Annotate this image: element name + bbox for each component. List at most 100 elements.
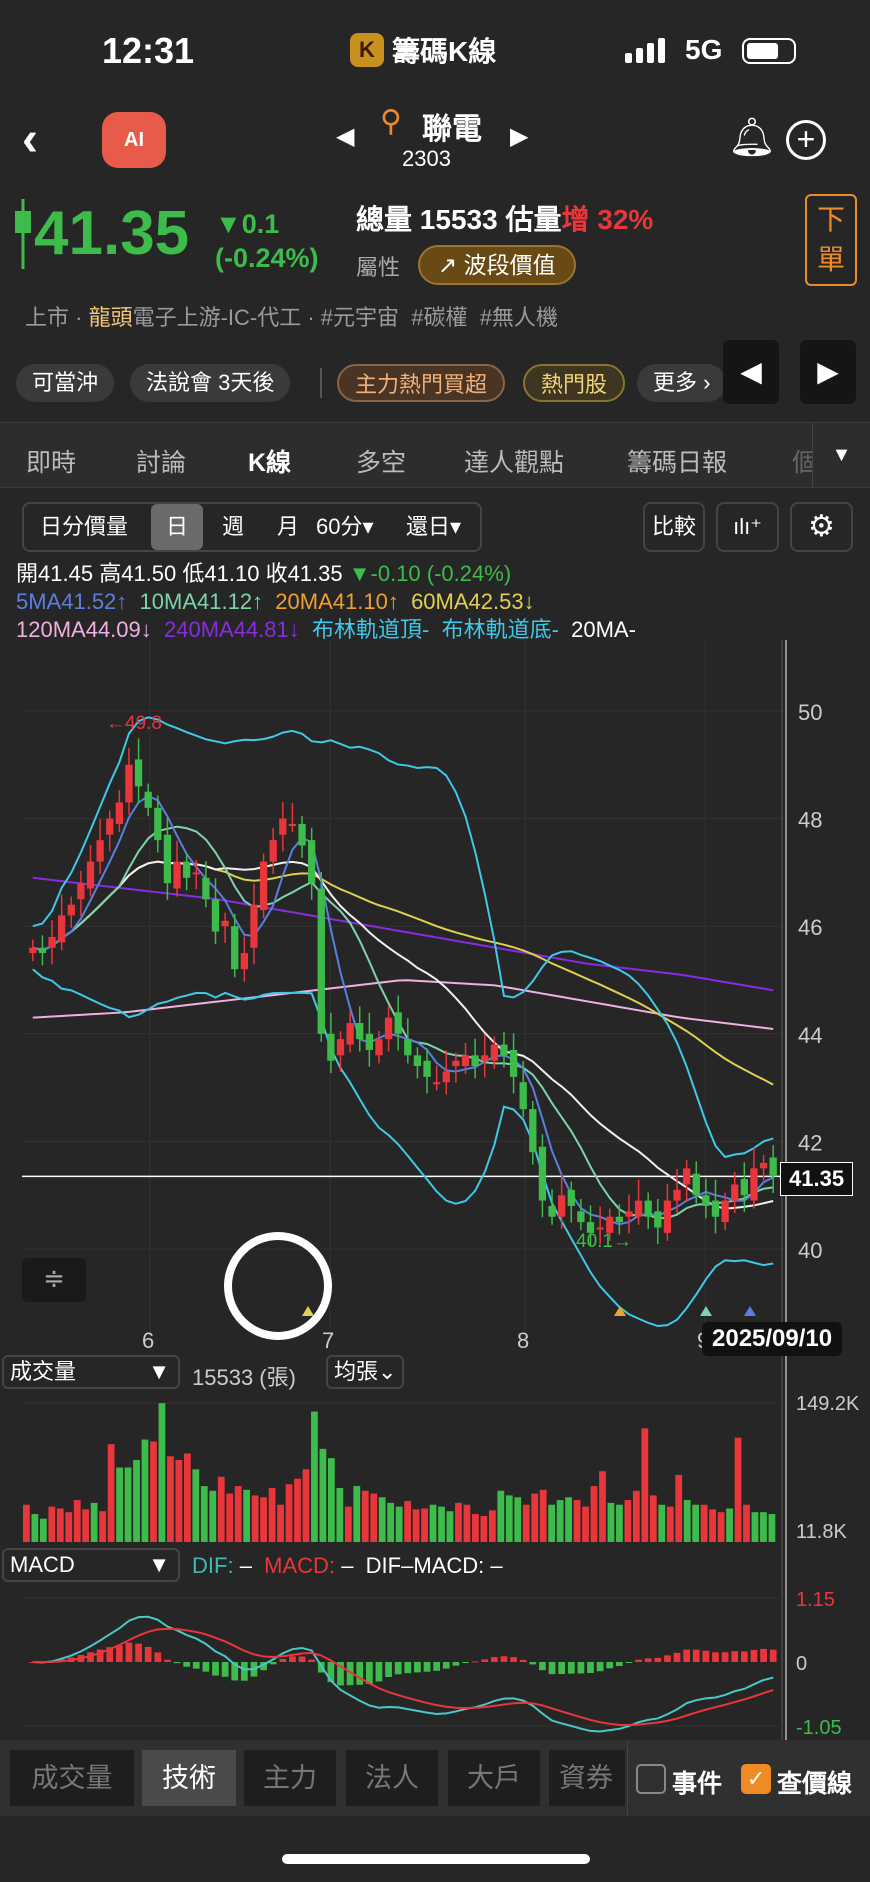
home-indicator[interactable] bbox=[282, 1854, 590, 1864]
signal-icon bbox=[625, 38, 665, 63]
back-button[interactable]: ‹ bbox=[22, 112, 38, 167]
osc-bar bbox=[769, 1649, 777, 1662]
period-week[interactable]: 週 bbox=[214, 504, 252, 550]
volume-bar bbox=[734, 1437, 742, 1542]
volume-bar bbox=[675, 1474, 683, 1542]
tab-dropdown-icon[interactable]: ▼ bbox=[812, 423, 870, 487]
chip-earnings-call[interactable]: 法說會 3天後 bbox=[130, 364, 291, 402]
tag-market: 上市 · bbox=[25, 305, 89, 330]
btab-main-force[interactable]: 主力 bbox=[244, 1750, 336, 1806]
volume-bar bbox=[531, 1493, 539, 1542]
close: 收41.35 bbox=[265, 561, 343, 586]
period-month[interactable]: 月 bbox=[269, 504, 307, 550]
wave-label: 波段價值 bbox=[463, 252, 556, 278]
macd-indicator-select[interactable]: MACD ▼ bbox=[2, 1548, 180, 1582]
wave-value-button[interactable]: ↗ 波段價值 bbox=[418, 245, 576, 285]
add-icon[interactable]: + bbox=[786, 120, 826, 160]
candle bbox=[298, 823, 306, 846]
chip-more[interactable]: 更多 › bbox=[637, 364, 727, 402]
order-button[interactable]: 下單 bbox=[805, 194, 857, 286]
osc-bar bbox=[308, 1659, 316, 1662]
candle bbox=[769, 1157, 777, 1177]
btab-major-holders[interactable]: 大戶 bbox=[448, 1750, 540, 1806]
volume-bar bbox=[539, 1489, 547, 1542]
btab-volume[interactable]: 成交量 bbox=[10, 1750, 134, 1806]
candle bbox=[86, 861, 95, 889]
candle bbox=[327, 1033, 335, 1061]
next-stock-button[interactable]: ▶ bbox=[510, 122, 528, 151]
candle bbox=[106, 818, 114, 835]
osc-bar bbox=[558, 1662, 566, 1675]
compare-button[interactable]: 比較 bbox=[643, 502, 705, 552]
tab-expert[interactable]: 達人觀點 bbox=[464, 443, 564, 479]
btab-margin[interactable]: 資券 bbox=[549, 1750, 625, 1806]
tab-bar: 即時 討論 K線 多空 達人觀點 籌碼日報 個 ▼ bbox=[0, 422, 870, 488]
volume-bar bbox=[175, 1460, 183, 1542]
volume-indicator-select[interactable]: 成交量 ▼ bbox=[2, 1355, 180, 1389]
volume-bar bbox=[488, 1510, 496, 1542]
settings-gear-icon[interactable]: ⚙ bbox=[790, 502, 853, 552]
osc-bar bbox=[731, 1651, 739, 1662]
osc-bar bbox=[587, 1662, 594, 1674]
stock-name[interactable]: 聯電 bbox=[422, 104, 482, 148]
osc-bar bbox=[394, 1662, 402, 1675]
scroll-right-button[interactable]: ▶ bbox=[800, 340, 856, 404]
candle bbox=[461, 1055, 470, 1067]
volume-bar bbox=[183, 1453, 191, 1542]
ma240-label: 240MA44.81↓ bbox=[164, 617, 300, 642]
stock-tags[interactable]: 上市 · 龍頭電子上游-IC-代工 · #元宇宙 #碳權 #無人機 bbox=[25, 300, 558, 332]
price-line-checkbox[interactable]: ✓ bbox=[741, 1764, 771, 1794]
clock: 12:31 bbox=[102, 30, 195, 71]
tab-kline[interactable]: K線 bbox=[248, 443, 291, 479]
search-icon[interactable]: ⚲ bbox=[380, 104, 402, 139]
volume-bar bbox=[641, 1428, 649, 1542]
indicator-add-icon[interactable]: ılı⁺ bbox=[716, 502, 779, 552]
tab-bull-bear[interactable]: 多空 bbox=[356, 443, 406, 479]
change-value: ▼0.1 bbox=[215, 209, 280, 239]
chip-main-force[interactable]: 主力熱門買超 bbox=[337, 364, 506, 402]
bell-icon[interactable]: 🔔︎ bbox=[728, 116, 776, 160]
tab-discussion[interactable]: 討論 bbox=[136, 443, 186, 479]
chip-hot-stock[interactable]: 熱門股 bbox=[523, 364, 626, 402]
osc-bar bbox=[471, 1661, 479, 1663]
volume-bar bbox=[590, 1486, 598, 1542]
dropdown-icon: ▼ bbox=[148, 1552, 170, 1577]
status-bar: 12:31 K 籌碼K線 5G bbox=[0, 0, 870, 100]
app-title-text: 籌碼K線 bbox=[392, 36, 497, 67]
candle bbox=[702, 1195, 710, 1206]
candle bbox=[442, 1071, 450, 1083]
chip-day-trade[interactable]: 可當沖 bbox=[16, 364, 115, 402]
volume-bar bbox=[133, 1460, 140, 1542]
tab-daily-report[interactable]: 籌碼日報 bbox=[627, 443, 727, 479]
boll-top-label: 布林軌道頂- bbox=[312, 617, 430, 642]
volume-bar bbox=[658, 1504, 666, 1542]
candle bbox=[134, 759, 143, 787]
ma120-label: 120MA44.09↓ bbox=[16, 617, 152, 642]
candle bbox=[750, 1168, 758, 1201]
period-intraday[interactable]: 日分價量 bbox=[32, 504, 136, 550]
y-tick-label: 42 bbox=[798, 1130, 822, 1155]
ma20-label: 20MA41.10↑ bbox=[275, 589, 399, 614]
period-day[interactable]: 日 bbox=[151, 504, 203, 550]
btab-technical[interactable]: 技術 bbox=[142, 1750, 236, 1806]
period-60min[interactable]: 60分▾ bbox=[308, 504, 382, 550]
ai-robot-button[interactable]: AI bbox=[102, 112, 166, 168]
volume-bar bbox=[599, 1471, 606, 1542]
scroll-left-button[interactable]: ◀ bbox=[723, 340, 779, 404]
volume-bar bbox=[311, 1411, 318, 1542]
candle bbox=[346, 1023, 354, 1045]
candle bbox=[144, 791, 152, 808]
adjust-dropdown[interactable]: 還日▾ bbox=[398, 504, 469, 550]
price-line-label: 查價線 bbox=[777, 1770, 853, 1798]
events-checkbox[interactable] bbox=[636, 1764, 666, 1794]
resize-handle-icon[interactable]: ≑ bbox=[22, 1258, 86, 1302]
volume-value: 15533 bbox=[419, 204, 498, 235]
volume-unit-select[interactable]: 均張⌄ bbox=[326, 1355, 405, 1389]
osc-bar bbox=[635, 1659, 642, 1662]
btab-institutional[interactable]: 法人 bbox=[346, 1750, 438, 1806]
tab-realtime[interactable]: 即時 bbox=[26, 443, 76, 479]
volume-bar bbox=[209, 1490, 217, 1542]
prev-stock-button[interactable]: ◀ bbox=[336, 122, 354, 151]
volume-bar bbox=[23, 1504, 30, 1542]
volume-bar bbox=[319, 1448, 327, 1542]
